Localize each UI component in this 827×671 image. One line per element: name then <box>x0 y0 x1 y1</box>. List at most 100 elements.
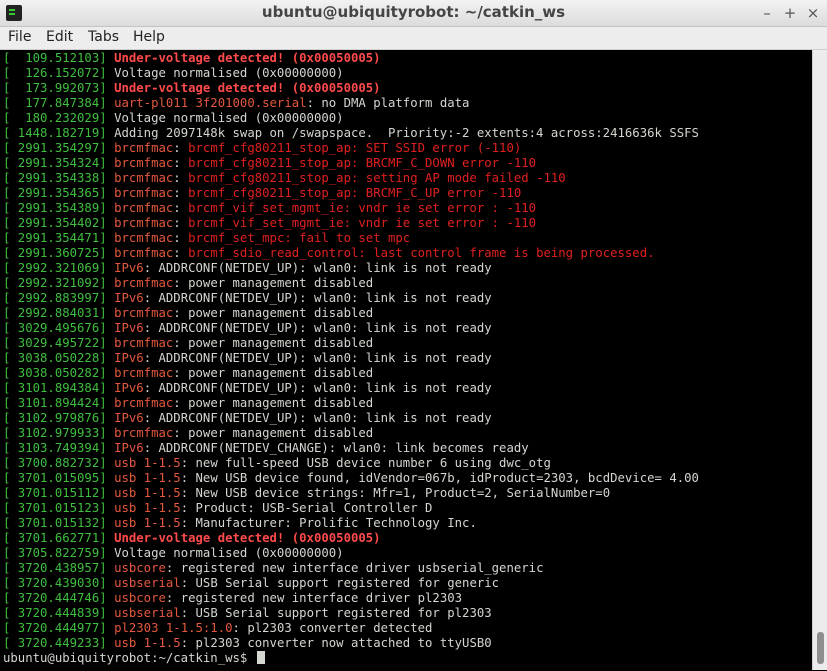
log-line: [ 2992.321092] brcmfmac: power managemen… <box>3 276 374 290</box>
menu-file[interactable]: File <box>8 29 31 45</box>
log-facility: IPv6 <box>114 381 144 395</box>
close-button[interactable]: × <box>803 3 823 23</box>
log-message: brcmf_vif_set_mgmt_ie: vndr ie set error… <box>188 201 537 215</box>
log-timestamp: [ 3101.894424] <box>3 396 115 410</box>
log-timestamp: [ 3102.979876] <box>3 411 115 425</box>
log-line: [ 2991.354297] brcmfmac: brcmf_cfg80211_… <box>3 141 522 155</box>
log-facility: pl2303 1-1.5:1.0 <box>114 621 233 635</box>
title-bar[interactable]: ubuntu@ubiquityrobot: ~/catkin_ws – + × <box>0 0 827 27</box>
log-timestamp: [ 3720.444977] <box>3 621 115 635</box>
log-line: [ 126.152072] Voltage normalised (0x0000… <box>3 66 344 81</box>
log-line: [ 177.847384] uart-pl011 3f201000.serial… <box>3 96 470 110</box>
log-line: [ 2991.354365] brcmfmac: brcmf_cfg80211_… <box>3 186 522 200</box>
log-facility: usbcore <box>114 561 166 575</box>
terminal-window: ubuntu@ubiquityrobot: ~/catkin_ws – + × … <box>0 0 827 671</box>
log-line: [ 173.992073] Under-voltage detected! (0… <box>3 81 381 96</box>
log-message: brcmf_set_mpc: fail to set mpc <box>188 231 411 245</box>
log-timestamp: [ 2992.321092] <box>3 276 115 290</box>
window-title: ubuntu@ubiquityrobot: ~/catkin_ws <box>261 3 566 21</box>
log-message: ADDRCONF(NETDEV_UP): wlan0: link is not … <box>158 291 492 305</box>
log-message: USB Serial support registered for pl2303 <box>195 606 492 620</box>
log-message: New USB device strings: Mfr=1, Product=2… <box>195 486 611 500</box>
log-timestamp: [ 109.512103] <box>3 51 115 65</box>
log-message: power management disabled <box>188 366 374 380</box>
log-timestamp: [ 3038.050282] <box>3 366 115 380</box>
log-facility: brcmfmac <box>114 306 174 320</box>
log-timestamp: [ 1448.182719] <box>3 126 115 140</box>
log-message: power management disabled <box>188 276 374 290</box>
log-facility: usb 1-1.5 <box>114 456 181 470</box>
log-message: brcmf_cfg80211_stop_ap: SET SSID error (… <box>188 141 522 155</box>
log-message: power management disabled <box>188 306 374 320</box>
menu-help[interactable]: Help <box>133 29 165 45</box>
log-facility: usbserial <box>114 606 181 620</box>
log-message: Product: USB-Serial Controller D <box>195 501 433 515</box>
log-line: [ 2991.354471] brcmfmac: brcmf_set_mpc: … <box>3 231 411 245</box>
log-message: ADDRCONF(NETDEV_UP): wlan0: link is not … <box>158 381 492 395</box>
log-timestamp: [ 3101.894384] <box>3 381 115 395</box>
log-timestamp: [ 2992.884031] <box>3 306 115 320</box>
log-line: [ 3701.015132] usb 1-1.5: Manufacturer: … <box>3 516 477 530</box>
log-line: [ 3701.015112] usb 1-1.5: New USB device… <box>3 486 611 500</box>
log-timestamp: [ 3720.439030] <box>3 576 115 590</box>
log-message: ADDRCONF(NETDEV_UP): wlan0: link is not … <box>158 351 492 365</box>
log-timestamp: [ 173.992073] <box>3 81 115 95</box>
log-timestamp: [ 2991.354389] <box>3 201 115 215</box>
log-message: registered new interface driver pl2303 <box>180 591 463 605</box>
log-message: Manufacturer: Prolific Technology Inc. <box>195 516 477 530</box>
log-line: [ 3720.449233] usb 1-1.5: pl2303 convert… <box>3 636 492 650</box>
log-line: [ 3101.894384] IPv6: ADDRCONF(NETDEV_UP)… <box>3 381 492 395</box>
log-message: ADDRCONF(NETDEV_UP): wlan0: link is not … <box>158 321 492 335</box>
log-line: [ 3720.438957] usbcore: registered new i… <box>3 561 544 575</box>
log-line: [ 2991.354389] brcmfmac: brcmf_vif_set_m… <box>3 201 537 215</box>
log-facility: brcmfmac <box>114 246 174 260</box>
log-facility: brcmfmac <box>114 186 174 200</box>
log-message: USB Serial support registered for generi… <box>195 576 500 590</box>
log-facility: usb 1-1.5 <box>114 636 181 650</box>
log-line: [ 3720.444746] usbcore: registered new i… <box>3 591 463 605</box>
log-line: [ 2991.360725] brcmfmac: brcmf_sdio_read… <box>3 246 655 260</box>
log-facility: usb 1-1.5 <box>114 471 181 485</box>
log-facility: brcmfmac <box>114 396 174 410</box>
scrollbar[interactable] <box>812 50 827 670</box>
log-timestamp: [ 3029.495722] <box>3 336 115 350</box>
log-timestamp: [ 126.152072] <box>3 66 115 80</box>
menu-tabs[interactable]: Tabs <box>88 29 119 45</box>
log-message: new full-speed USB device number 6 using… <box>195 456 551 470</box>
log-line: [ 2992.883997] IPv6: ADDRCONF(NETDEV_UP)… <box>3 291 492 305</box>
log-line: [ 3101.894424] brcmfmac: power managemen… <box>3 396 374 410</box>
log-timestamp: [ 3701.015123] <box>3 501 115 515</box>
log-timestamp: [ 2991.354324] <box>3 156 115 170</box>
log-timestamp: [ 2992.883997] <box>3 291 115 305</box>
log-line: [ 3029.495676] IPv6: ADDRCONF(NETDEV_UP)… <box>3 321 492 335</box>
log-timestamp: [ 3038.050228] <box>3 351 115 365</box>
log-timestamp: [ 2991.354471] <box>3 231 115 245</box>
log-message: power management disabled <box>188 336 374 350</box>
log-line: [ 2991.354324] brcmfmac: brcmf_cfg80211_… <box>3 156 537 170</box>
log-timestamp: [ 2991.354402] <box>3 216 115 230</box>
log-message: brcmf_sdio_read_control: last control fr… <box>188 246 655 260</box>
terminal-output[interactable]: [ 109.512103] Under-voltage detected! (0… <box>0 50 812 670</box>
log-timestamp: [ 180.232029] <box>3 111 115 125</box>
log-line: [ 3701.015123] usb 1-1.5: Product: USB-S… <box>3 501 433 515</box>
shell-prompt-line[interactable]: ubuntu@ubiquityrobot:~/catkin_ws$ <box>3 651 265 666</box>
log-timestamp: [ 3701.015112] <box>3 486 115 500</box>
log-timestamp: [ 2991.354365] <box>3 186 115 200</box>
log-facility: IPv6 <box>114 261 144 275</box>
minimize-button[interactable]: – <box>757 3 777 23</box>
log-facility: uart-pl011 3f201000.serial <box>114 96 307 110</box>
scrollbar-thumb[interactable] <box>817 632 824 664</box>
log-line: [ 3720.444839] usbserial: USB Serial sup… <box>3 606 492 620</box>
log-facility: brcmfmac <box>114 276 174 290</box>
log-message: Voltage normalised (0x00000000) <box>114 111 344 125</box>
log-facility: usb 1-1.5 <box>114 486 181 500</box>
log-line: [ 3038.050228] IPv6: ADDRCONF(NETDEV_UP)… <box>3 351 492 365</box>
log-line: [ 3102.979933] brcmfmac: power managemen… <box>3 426 374 440</box>
log-line: [ 2991.354402] brcmfmac: brcmf_vif_set_m… <box>3 216 537 230</box>
log-timestamp: [ 3720.444839] <box>3 606 115 620</box>
log-message: Voltage normalised (0x00000000) <box>114 546 344 560</box>
maximize-button[interactable]: + <box>780 3 800 23</box>
log-facility: IPv6 <box>114 411 144 425</box>
menu-edit[interactable]: Edit <box>46 29 73 45</box>
log-message: registered new interface driver usbseria… <box>180 561 544 575</box>
